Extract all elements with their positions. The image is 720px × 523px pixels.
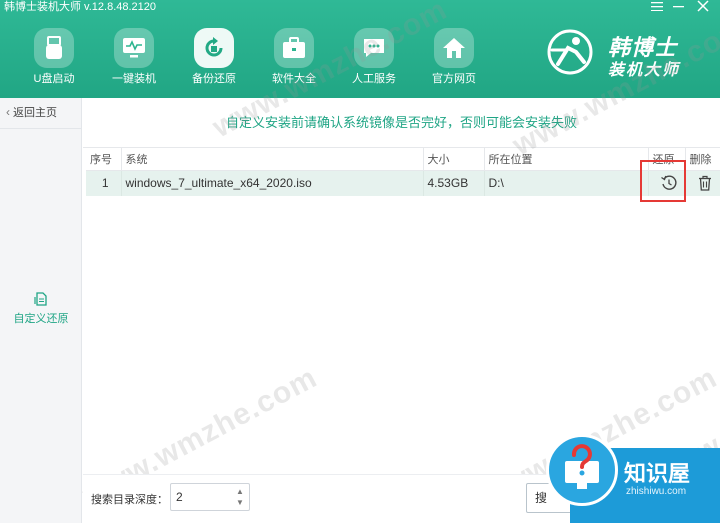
image-file-table: 序号 系统 大小 所在位置 还原 删除 1 windows_7_ultimate… bbox=[86, 148, 720, 196]
document-restore-icon bbox=[34, 292, 47, 306]
cell-delete bbox=[685, 170, 720, 196]
chevron-left-icon: ‹ bbox=[6, 105, 10, 119]
table-row[interactable]: 1 windows_7_ultimate_x64_2020.iso 4.53GB… bbox=[86, 170, 720, 196]
col-header-index: 序号 bbox=[86, 148, 122, 171]
minimize-icon[interactable] bbox=[671, 0, 687, 14]
sidebar-item-custom-restore[interactable]: 自定义还原 bbox=[0, 288, 82, 328]
col-header-location: 所在位置 bbox=[484, 148, 649, 171]
search-depth-value: 2 bbox=[176, 490, 183, 504]
warning-notice: 自定义安装前请确认系统镜像是否完好，否则可能会安装失败 bbox=[83, 98, 720, 148]
nav-label-software: 软件大全 bbox=[272, 73, 316, 85]
zhishiwu-badge: 知识屋 zhishiwu.com bbox=[546, 434, 720, 523]
nav-label-manual-service: 人工服务 bbox=[352, 73, 396, 85]
col-header-delete: 删除 bbox=[685, 148, 720, 171]
chevron-up-icon[interactable]: ▲ bbox=[235, 487, 245, 497]
badge-url: zhishiwu.com bbox=[626, 486, 687, 497]
search-depth-label: 搜索目录深度： bbox=[91, 494, 168, 506]
back-to-home-link[interactable]: ‹ 返回主页 bbox=[6, 104, 57, 120]
nav-label-one-click-install: 一键装机 bbox=[112, 73, 156, 85]
nav-item-manual-service[interactable]: 人工服务 bbox=[334, 26, 414, 92]
brand-subtitle: 装机大师 bbox=[608, 62, 681, 79]
nav-item-usb-boot[interactable]: U盘启动 bbox=[14, 26, 94, 92]
col-header-size: 大小 bbox=[423, 148, 485, 171]
usb-drive-icon bbox=[34, 28, 74, 68]
app-window: 韩博士装机大师 v.12.8.48.2120 U盘启动 一键装机 备份还原 软件… bbox=[0, 0, 720, 523]
sidebar: ‹ 返回主页 自定义还原 bbox=[0, 98, 82, 523]
briefcase-icon bbox=[274, 28, 314, 68]
restore-highlight-box bbox=[640, 160, 686, 202]
cell-location: D:\ bbox=[484, 170, 649, 196]
table-header-row: 序号 系统 大小 所在位置 还原 删除 bbox=[86, 148, 720, 171]
backup-restore-icon bbox=[194, 28, 234, 68]
home-icon bbox=[434, 28, 474, 68]
nav-item-backup-restore[interactable]: 备份还原 bbox=[174, 26, 254, 92]
nav-item-one-click-install[interactable]: 一键装机 bbox=[94, 26, 174, 92]
nav-item-software[interactable]: 软件大全 bbox=[254, 26, 334, 92]
hamburger-icon[interactable] bbox=[649, 0, 665, 14]
nav-item-official-site[interactable]: 官方网页 bbox=[414, 26, 494, 92]
sidebar-item-label: 自定义还原 bbox=[13, 313, 69, 325]
brand-logo: 韩博士 装机大师 bbox=[546, 28, 686, 79]
badge-circle bbox=[546, 434, 618, 506]
badge-name: 知识屋 bbox=[624, 461, 691, 486]
monitor-install-icon bbox=[114, 28, 154, 68]
back-label: 返回主页 bbox=[13, 107, 57, 119]
chevron-down-icon[interactable]: ▼ bbox=[235, 498, 245, 508]
cell-index: 1 bbox=[86, 170, 122, 196]
header-bar: 韩博士装机大师 v.12.8.48.2120 U盘启动 一键装机 备份还原 软件… bbox=[0, 0, 720, 98]
sidebar-divider bbox=[0, 128, 82, 129]
window-title: 韩博士装机大师 v.12.8.48.2120 bbox=[4, 1, 157, 13]
nav-label-usb-boot: U盘启动 bbox=[33, 73, 75, 85]
question-monitor-icon bbox=[565, 444, 599, 489]
col-header-system: 系统 bbox=[121, 148, 424, 171]
nav-label-official-site: 官方网页 bbox=[432, 73, 476, 85]
chat-service-icon bbox=[354, 28, 394, 68]
cell-size: 4.53GB bbox=[423, 170, 485, 196]
close-icon[interactable] bbox=[695, 0, 711, 14]
nav-label-backup-restore: 备份还原 bbox=[192, 73, 236, 85]
trash-icon[interactable] bbox=[696, 174, 714, 192]
brand-mark-icon bbox=[547, 29, 593, 75]
search-depth-stepper[interactable]: 2 ▲ ▼ bbox=[170, 483, 250, 511]
cell-system: windows_7_ultimate_x64_2020.iso bbox=[121, 170, 424, 196]
